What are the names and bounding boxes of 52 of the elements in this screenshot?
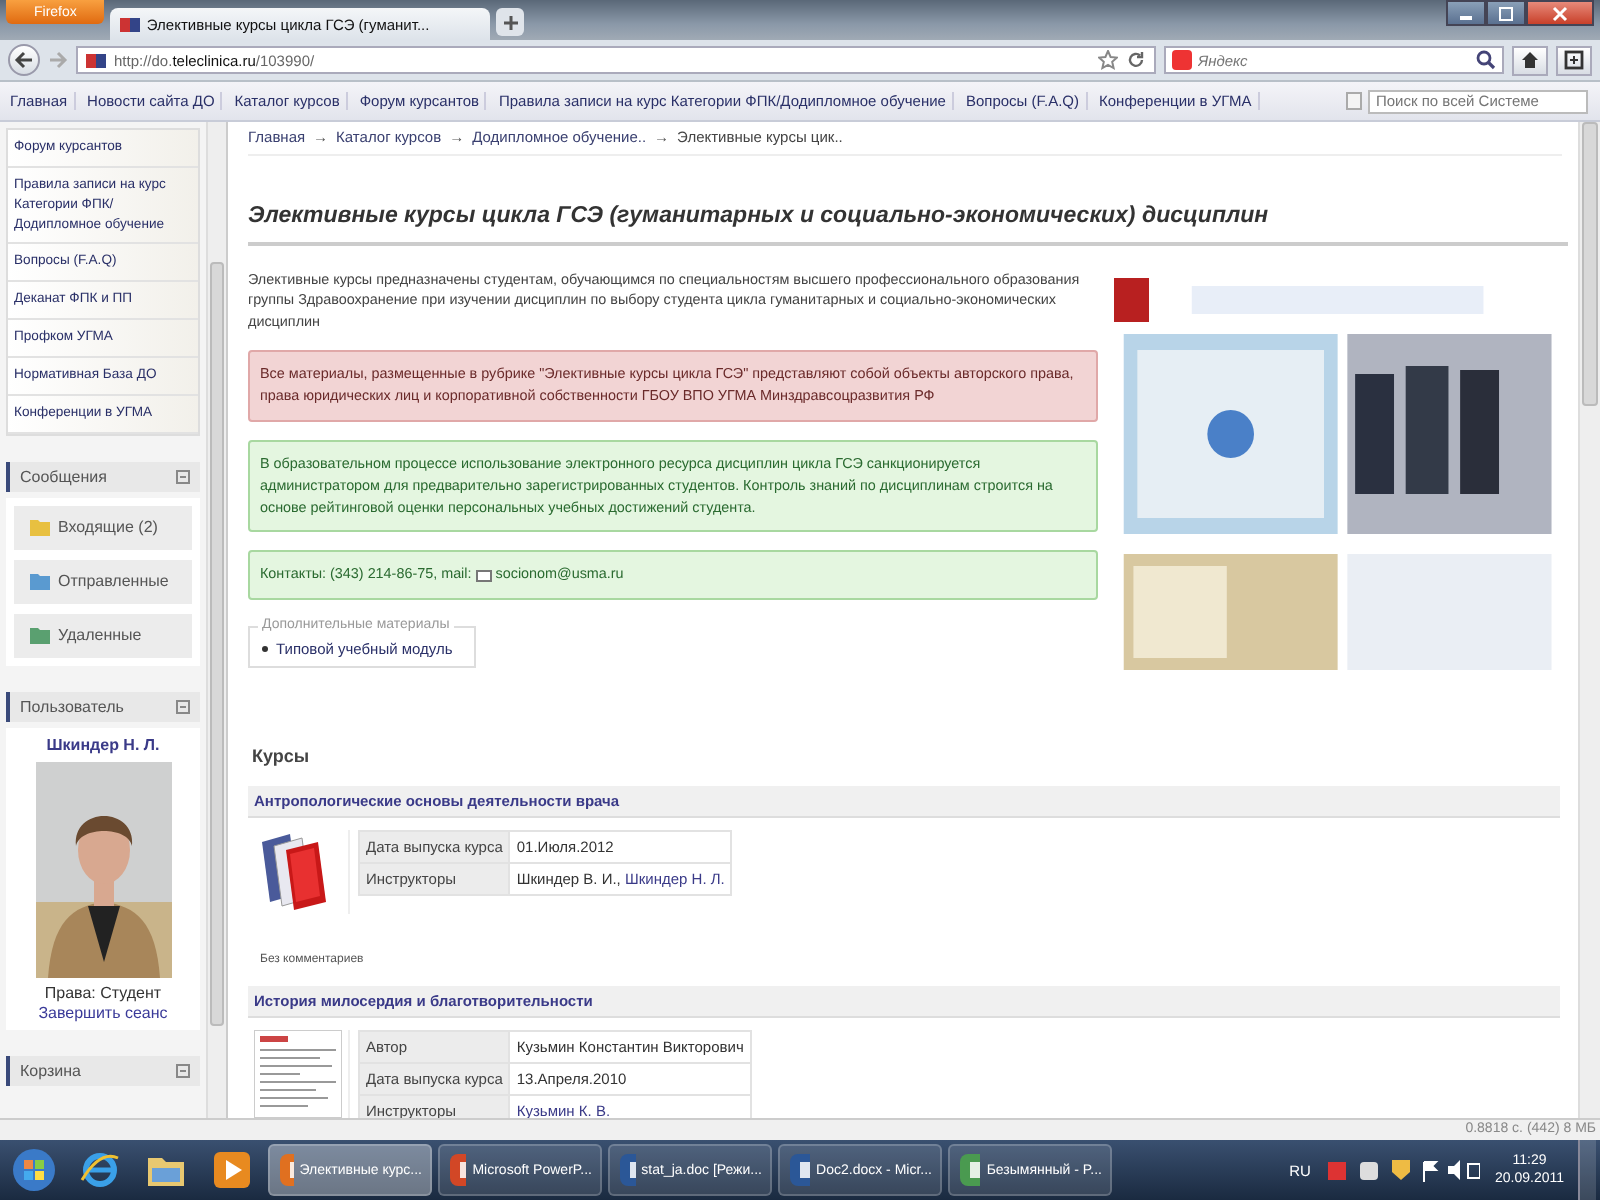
home-icon: [1520, 50, 1540, 70]
folder-icon: [30, 572, 50, 591]
windows-logo-icon: [12, 1148, 56, 1192]
collapse-icon[interactable]: [176, 699, 190, 714]
page-heading: Элективные курсы цикла ГСЭ (гуманитарных и социально-экономических) дисциплин: [248, 204, 1568, 246]
close-button[interactable]: [1526, 0, 1594, 26]
scrollbar[interactable]: [1578, 122, 1600, 1118]
site-icon: [86, 53, 106, 67]
user-rights: Права: Студент: [44, 983, 162, 1002]
bullet-icon: [262, 646, 268, 653]
mailbox-button[interactable]: Отправленные: [14, 559, 192, 604]
collapse-icon[interactable]: [176, 1063, 190, 1078]
folder-icon: [30, 518, 50, 537]
reload-icon[interactable]: [1126, 50, 1146, 70]
mailbox-button[interactable]: Входящие (2): [14, 505, 192, 550]
back-arrow-icon: [14, 50, 34, 70]
folder-icon: [146, 1152, 186, 1188]
block-title: Сообщения: [20, 467, 107, 486]
folder-icon: [30, 626, 50, 645]
app-icon: [618, 1152, 636, 1188]
block-title: Корзина: [20, 1061, 81, 1080]
document-icon: [1346, 92, 1362, 110]
bookmarks-icon: [1564, 50, 1584, 70]
maximize-icon: [1498, 5, 1514, 21]
section-title: Курсы: [252, 746, 312, 766]
collapse-icon[interactable]: [176, 469, 190, 484]
tray-icons-drawing[interactable]: [1324, 1158, 1481, 1182]
home-button[interactable]: [1512, 45, 1548, 75]
back-button[interactable]: [8, 44, 40, 76]
app-icon: [788, 1152, 811, 1188]
browser-e-icon: [80, 1150, 120, 1190]
app-icon: [278, 1152, 294, 1188]
scrollbar[interactable]: [206, 122, 226, 1118]
plus-icon: [501, 13, 520, 31]
app-icon: [448, 1152, 467, 1188]
block-title: Пользователь: [20, 697, 124, 716]
play-icon: [214, 1152, 250, 1188]
app-icon: [958, 1152, 981, 1188]
mailbox-button[interactable]: Удаленные: [14, 613, 192, 658]
site-icon: [120, 17, 141, 31]
show-desktop-button[interactable]: [1578, 1140, 1596, 1200]
user-name[interactable]: Шкиндер Н. Л.: [46, 735, 160, 754]
mail-icon: [475, 569, 492, 582]
search-engine-icon: [1172, 50, 1192, 70]
close-icon: [1552, 5, 1568, 21]
star-icon[interactable]: [1098, 50, 1118, 70]
logout-link[interactable]: Завершить сеанс: [38, 1003, 168, 1022]
minimize-button[interactable]: [1446, 0, 1486, 26]
new-tab-button[interactable]: [496, 8, 525, 36]
bookmarks-button[interactable]: [1556, 45, 1592, 75]
search-icon[interactable]: [1476, 50, 1496, 70]
maximize-button[interactable]: [1486, 0, 1526, 26]
